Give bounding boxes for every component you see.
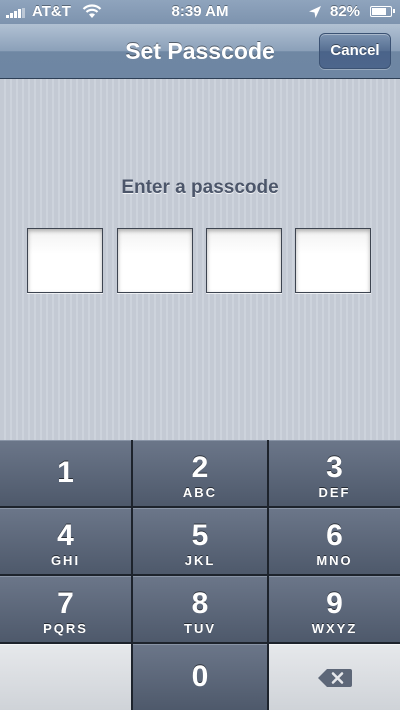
key-digit: 4 — [57, 519, 74, 552]
key-4[interactable]: 4 GHI — [0, 508, 131, 574]
battery-fill — [372, 8, 386, 15]
passcode-digit-box-3 — [206, 228, 282, 293]
key-letters: GHI — [50, 553, 81, 568]
battery-percent: 82% — [330, 3, 361, 20]
nav-bar: Set Passcode Cancel — [0, 24, 400, 79]
passcode-digit-box-1 — [27, 228, 103, 293]
key-letters: ABC — [182, 485, 218, 500]
passcode-entry-area: Enter a passcode — [0, 79, 400, 440]
key-digit: 1 — [57, 456, 74, 489]
key-letters: JKL — [184, 553, 216, 568]
key-digit: 3 — [326, 451, 343, 484]
delete-key[interactable] — [269, 644, 400, 710]
key-digit: 8 — [191, 587, 209, 620]
key-9[interactable]: 9 WXYZ — [269, 576, 400, 642]
key-digit: 6 — [326, 519, 343, 552]
key-letters: PQRS — [43, 621, 88, 636]
passcode-digit-box-2 — [117, 228, 193, 293]
key-0[interactable]: 0 — [133, 644, 267, 710]
key-digit: 7 — [57, 587, 74, 620]
key-7[interactable]: 7 PQRS — [0, 576, 131, 642]
delete-backspace-icon — [317, 669, 352, 687]
key-letters: DEF — [318, 485, 351, 500]
key-digit: 2 — [191, 451, 209, 484]
key-letters: TUV — [184, 621, 216, 636]
key-digit: 9 — [326, 587, 343, 620]
key-1[interactable]: 1 — [0, 440, 131, 506]
key-5[interactable]: 5 JKL — [133, 508, 267, 574]
key-letters: WXYZ — [311, 621, 358, 636]
key-3[interactable]: 3 DEF — [269, 440, 400, 506]
key-digit: 0 — [191, 660, 209, 693]
key-6[interactable]: 6 MNO — [269, 508, 400, 574]
battery-icon — [370, 6, 395, 17]
passcode-prompt: Enter a passcode — [121, 177, 279, 198]
status-bar: AT&T 8:39 AM 82% — [0, 0, 400, 24]
key-8[interactable]: 8 TUV — [133, 576, 267, 642]
location-arrow-icon — [309, 6, 321, 18]
numeric-keypad: 1 2 ABC 3 DEF 4 GHI 5 JKL 6 MNO 7 PQRS 8… — [0, 440, 400, 710]
key-2[interactable]: 2 ABC — [133, 440, 267, 506]
cancel-button[interactable]: Cancel — [319, 33, 391, 69]
key-blank — [0, 644, 131, 710]
passcode-digit-box-4 — [295, 228, 371, 293]
key-digit: 5 — [191, 519, 209, 552]
key-letters: MNO — [316, 553, 353, 568]
